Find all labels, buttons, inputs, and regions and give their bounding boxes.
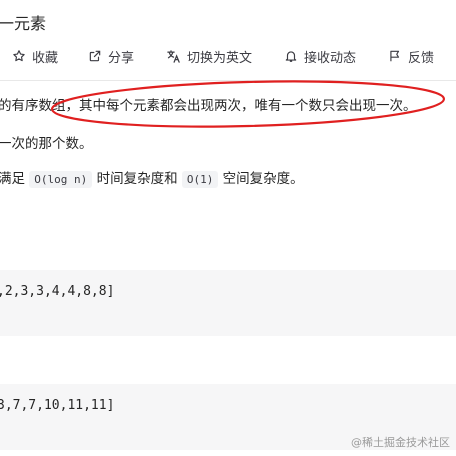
star-icon	[12, 49, 26, 63]
site-watermark: @稀土掘金技术社区	[351, 436, 450, 449]
translate-button[interactable]: 切换为英文	[166, 44, 252, 68]
example-1-block: ,2,3,3,4,4,8,8]	[0, 270, 456, 336]
constraint-prefix: 满足	[0, 171, 25, 187]
favorite-button[interactable]: 收藏	[12, 44, 58, 68]
flag-icon	[388, 49, 402, 63]
share-button[interactable]: 分享	[88, 44, 134, 68]
constraint-mid: 时间复杂度和	[96, 171, 178, 187]
problem-title: 一元素	[0, 14, 47, 33]
subscribe-button[interactable]: 接收动态	[284, 44, 356, 68]
subscribe-label: 接收动态	[304, 50, 357, 66]
constraint-suffix: 空间复杂度。	[222, 171, 304, 187]
feedback-label: 反馈	[408, 50, 435, 66]
description-line-3: 满足 O(log n) 时间复杂度和 O(1) 空间复杂度。	[0, 167, 304, 188]
description-prefix: 的有序数组，	[0, 98, 79, 114]
example-2-input: 3,7,7,10,11,11]	[0, 398, 115, 413]
bell-icon	[284, 49, 298, 63]
favorite-label: 收藏	[32, 50, 59, 66]
action-toolbar: 收藏 分享 切换为英文 接收动态 反馈	[0, 44, 456, 68]
description-line-1: 的有序数组，其中每个元素都会出现两次，唯有一个数只会出现一次。	[0, 94, 417, 114]
feedback-button[interactable]: 反馈	[388, 44, 434, 68]
share-label: 分享	[108, 50, 135, 66]
description-highlight: 其中每个元素都会出现两次，唯有一个数只会出现一次。	[79, 98, 417, 114]
translate-label: 切换为英文	[187, 50, 253, 66]
translate-icon	[166, 49, 181, 64]
share-icon	[88, 49, 102, 63]
time-complexity-code: O(log n)	[29, 171, 93, 188]
highlight-ellipse-annotation	[50, 80, 446, 128]
example-1-input: ,2,3,3,4,4,8,8]	[0, 284, 115, 299]
space-complexity-code: O(1)	[181, 171, 219, 188]
description-line-2: 一次的那个数。	[0, 136, 93, 152]
toolbar-divider	[0, 80, 456, 81]
